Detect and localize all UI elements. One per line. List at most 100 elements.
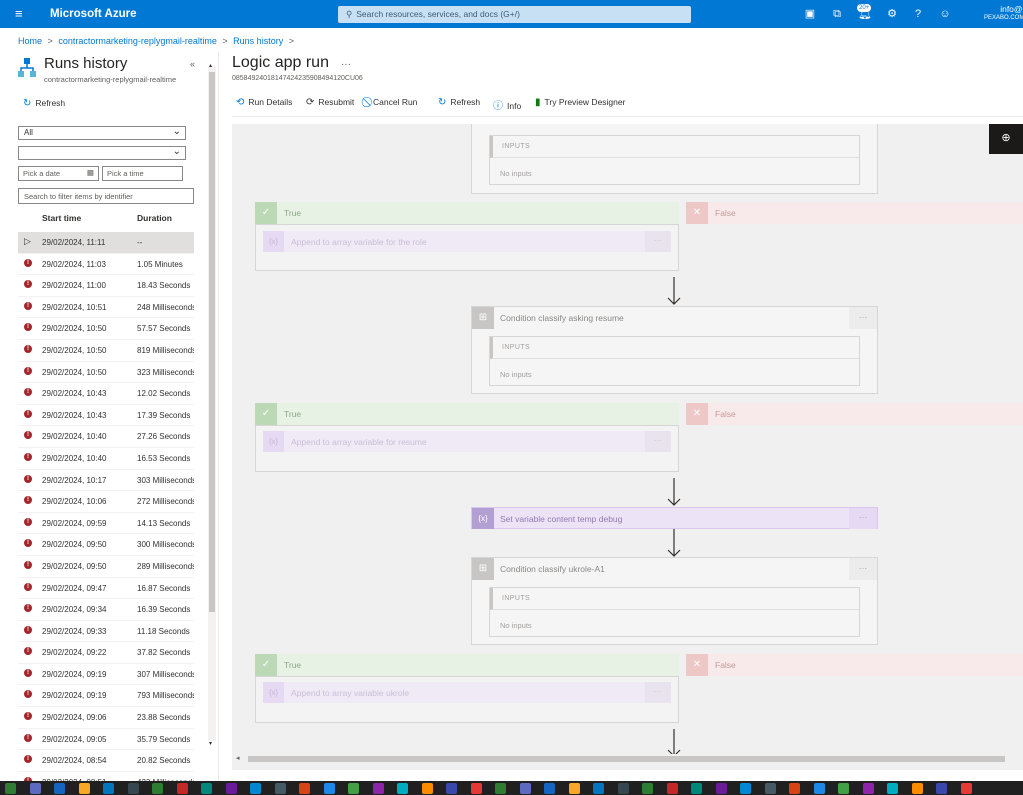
column-start-time[interactable]: Start time	[42, 213, 81, 223]
try-preview-designer-button[interactable]: ▮ Try Preview Designer	[535, 97, 625, 108]
table-row[interactable]: ! 29/02/2024, 09:34 16.39 Seconds	[18, 599, 194, 621]
table-row[interactable]: ! 29/02/2024, 09:05 35.79 Seconds	[18, 729, 194, 751]
taskbar-app-icon[interactable]	[372, 783, 384, 794]
breadcrumb-home[interactable]: Home	[18, 36, 42, 46]
help-icon[interactable]: ?	[910, 6, 926, 22]
taskbar-app-icon[interactable]	[5, 783, 16, 794]
taskbar-app-icon[interactable]	[470, 783, 482, 794]
runs-list-scrollbar[interactable]: ▴ ▾	[208, 63, 216, 747]
more-options-icon[interactable]: ···	[849, 307, 877, 329]
taskbar-app-icon[interactable]	[617, 783, 629, 794]
table-row[interactable]: ! 29/02/2024, 08:54 20.82 Seconds	[18, 750, 194, 772]
resubmit-button[interactable]: ⟳ Resubmit	[306, 97, 354, 108]
taskbar-app-icon[interactable]	[642, 783, 653, 794]
scroll-left-arrow-icon[interactable]: ◂	[236, 754, 240, 762]
settings-gear-icon[interactable]: ⚙	[884, 6, 900, 22]
scroll-down-arrow-icon[interactable]: ▾	[209, 740, 212, 747]
table-row[interactable]: ! 29/02/2024, 11:03 1.05 Minutes	[18, 254, 194, 276]
taskbar-app-icon[interactable]	[568, 783, 580, 794]
taskbar-app-icon[interactable]	[250, 783, 261, 794]
taskbar-app-icon[interactable]	[54, 783, 65, 794]
taskbar-app-icon[interactable]	[715, 783, 727, 794]
account-menu[interactable]: info@pe PEXABO.COM (P	[972, 5, 1023, 23]
table-row[interactable]: ! 29/02/2024, 09:50 289 Milliseconds	[18, 556, 194, 578]
taskbar-app-icon[interactable]	[446, 783, 457, 794]
taskbar-app-icon[interactable]	[838, 783, 849, 794]
taskbar-app-icon[interactable]	[887, 783, 898, 794]
refresh-run-button[interactable]: ↻ Refresh	[438, 97, 480, 108]
table-row[interactable]: ! 29/02/2024, 10:51 248 Milliseconds	[18, 297, 194, 319]
taskbar-app-icon[interactable]	[225, 783, 237, 794]
info-button[interactable]: ⓘ Info	[493, 97, 521, 112]
taskbar-app-icon[interactable]	[936, 783, 947, 794]
table-row[interactable]: ! 29/02/2024, 09:50 300 Milliseconds	[18, 534, 194, 556]
canvas-horizontal-scrollbar[interactable]: ◂	[232, 754, 1023, 764]
taskbar-app-icon[interactable]	[274, 783, 286, 794]
hamburger-icon[interactable]: ≡	[15, 7, 23, 20]
false-branch-header[interactable]: ✕ False	[686, 403, 1023, 425]
false-branch-header[interactable]: ✕ False	[686, 654, 1023, 676]
taskbar-app-icon[interactable]	[911, 783, 923, 794]
refresh-runs-button[interactable]: ↻ Refresh	[23, 98, 65, 109]
taskbar-app-icon[interactable]	[519, 783, 531, 794]
workflow-canvas[interactable]: ⊕ INPUTS No inputs ✓ True {x} Append to a…	[232, 124, 1023, 770]
taskbar-app-icon[interactable]	[740, 783, 751, 794]
taskbar-app-icon[interactable]	[960, 783, 972, 794]
taskbar-app-icon[interactable]	[323, 783, 335, 794]
append-array-action[interactable]: {x} Append to array variable ukrole ···	[263, 682, 671, 703]
true-branch-header[interactable]: ✓ True	[255, 654, 679, 676]
taskbar-app-icon[interactable]	[666, 783, 678, 794]
table-row[interactable]: ! 29/02/2024, 09:47 16.87 Seconds	[18, 578, 194, 600]
table-row[interactable]: ! 29/02/2024, 10:50 323 Milliseconds	[18, 362, 194, 384]
taskbar-app-icon[interactable]	[397, 783, 408, 794]
taskbar-app-icon[interactable]	[789, 783, 800, 794]
scrollbar-thumb[interactable]	[248, 756, 1005, 762]
column-duration[interactable]: Duration	[137, 213, 172, 223]
table-row[interactable]: ! 29/02/2024, 10:43 12.02 Seconds	[18, 383, 194, 405]
taskbar-app-icon[interactable]	[127, 783, 139, 794]
table-row[interactable]: ! 29/02/2024, 09:06 23.88 Seconds	[18, 707, 194, 729]
cancel-run-button[interactable]: ⃠Cancel Run	[369, 97, 417, 108]
more-options-icon[interactable]: ···	[341, 59, 351, 70]
taskbar-app-icon[interactable]	[421, 783, 433, 794]
taskbar-app-icon[interactable]	[78, 783, 90, 794]
append-array-action[interactable]: {x} Append to array variable for the rol…	[263, 231, 671, 252]
breadcrumb-logic-app[interactable]: contractormarketing-replygmail-realtime	[58, 36, 217, 46]
more-options-icon[interactable]: ···	[645, 682, 671, 703]
taskbar-app-icon[interactable]	[201, 783, 212, 794]
zoom-icon[interactable]: ⊕	[989, 124, 1023, 154]
table-row[interactable]: ! 29/02/2024, 10:50 57.57 Seconds	[18, 318, 194, 340]
more-options-icon[interactable]: ···	[645, 231, 671, 252]
taskbar-app-icon[interactable]	[495, 783, 506, 794]
table-row[interactable]: ! 29/02/2024, 10:17 303 Milliseconds	[18, 470, 194, 492]
identifier-filter-input[interactable]: Search to filter items by identifier	[18, 188, 194, 204]
scroll-up-arrow-icon[interactable]: ▴	[209, 62, 212, 69]
taskbar-app-icon[interactable]	[152, 783, 163, 794]
table-row[interactable]: ▷ 29/02/2024, 11:11 --	[18, 232, 194, 254]
append-array-action[interactable]: {x} Append to array variable for resume …	[263, 431, 671, 452]
more-options-icon[interactable]: ···	[849, 558, 877, 580]
table-row[interactable]: ! 29/02/2024, 11:00 18.43 Seconds	[18, 275, 194, 297]
taskbar-app-icon[interactable]	[299, 783, 310, 794]
taskbar-app-icon[interactable]	[544, 783, 555, 794]
table-row[interactable]: ! 29/02/2024, 09:19 307 Milliseconds	[18, 664, 194, 686]
scrollbar-thumb[interactable]	[209, 72, 215, 612]
true-branch-header[interactable]: ✓ True	[255, 403, 679, 425]
status-filter-dropdown[interactable]: All ⌄	[18, 126, 186, 140]
taskbar-app-icon[interactable]	[29, 783, 41, 794]
more-options-icon[interactable]: ···	[645, 431, 671, 452]
table-row[interactable]: ! 29/02/2024, 10:50 819 Milliseconds	[18, 340, 194, 362]
cloud-shell-icon[interactable]: ▣	[802, 6, 818, 22]
date-picker[interactable]: Pick a date ▦	[18, 166, 99, 181]
collapse-pane-icon[interactable]: «	[190, 59, 195, 69]
breadcrumb-runs-history[interactable]: Runs history	[233, 36, 283, 46]
taskbar-app-icon[interactable]	[691, 783, 702, 794]
taskbar-app-icon[interactable]	[176, 783, 188, 794]
table-row[interactable]: ! 29/02/2024, 10:43 17.39 Seconds	[18, 405, 194, 427]
time-picker[interactable]: Pick a time	[102, 166, 183, 181]
portal-brand[interactable]: Microsoft Azure	[50, 8, 136, 20]
run-details-button[interactable]: ⟲ Run Details	[236, 97, 292, 108]
taskbar-app-icon[interactable]	[862, 783, 874, 794]
taskbar-app-icon[interactable]	[103, 783, 114, 794]
taskbar-app-icon[interactable]	[593, 783, 604, 794]
